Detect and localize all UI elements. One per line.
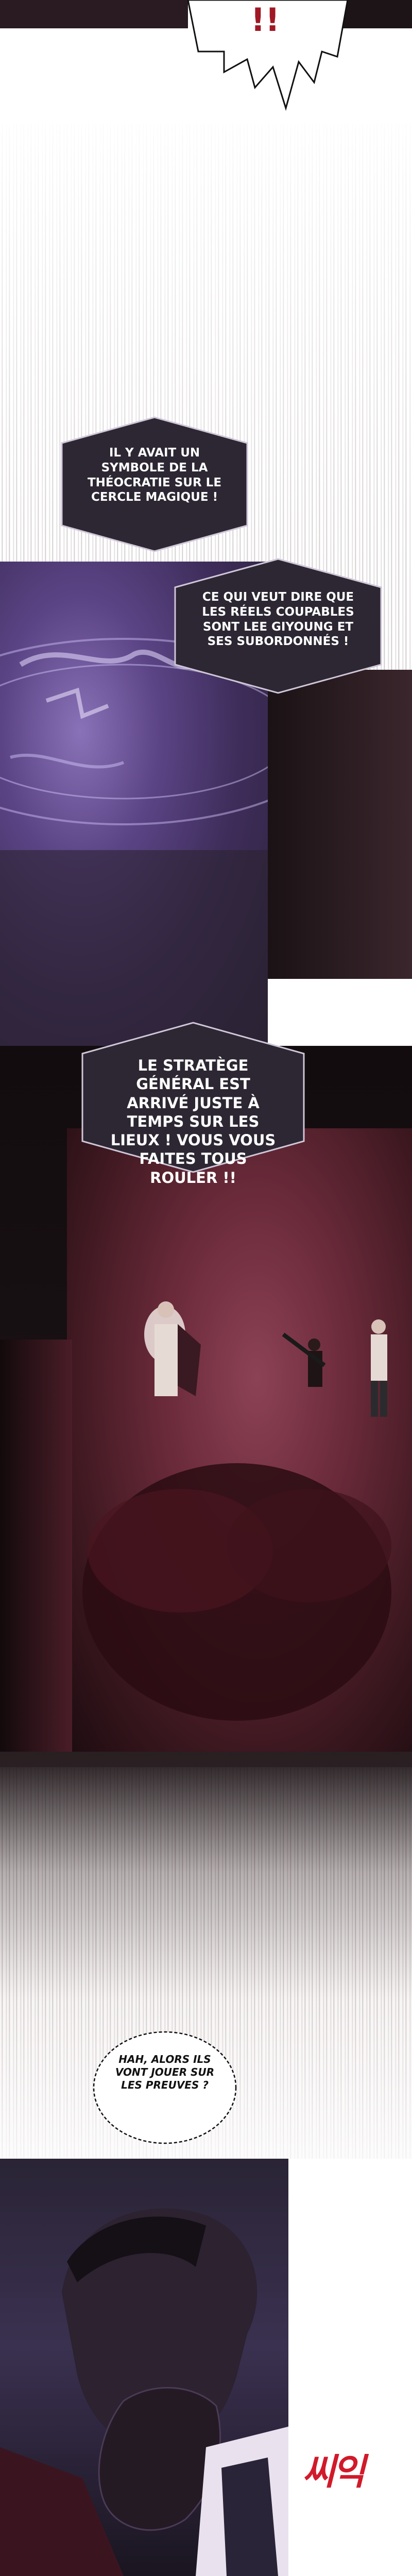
dialogue-text-3: LE STRATÈGE GÉNÉRAL EST ARRIVÉ JUSTE À T…	[110, 1057, 276, 1187]
dark-right-band	[268, 670, 412, 979]
battlefield-panel	[67, 1128, 412, 1752]
dialogue-text-4: HAH, ALORS ILS VONT JOUER SUR LES PREUVE…	[115, 2053, 215, 2091]
top-dark-strip	[0, 0, 188, 28]
dialogue-text-2: CE QUI VEUT DIRE QUE LES RÉELS COUPABLES…	[202, 590, 354, 649]
battlefield-figures	[82, 1301, 391, 1721]
dialogue-text-1: IL Y AVAIT UN SYMBOLE DE LA THÉOCRATIE S…	[87, 446, 222, 504]
closeup-panel	[0, 2159, 288, 2576]
closeup-right-white	[288, 2159, 412, 2576]
sfx-text: 씨익	[302, 2451, 366, 2493]
character-silhouette	[0, 2208, 288, 2576]
battlefield-left-shadow	[0, 1340, 72, 1752]
top-panel: !!	[0, 0, 412, 124]
shout-text: !!	[250, 1, 280, 39]
